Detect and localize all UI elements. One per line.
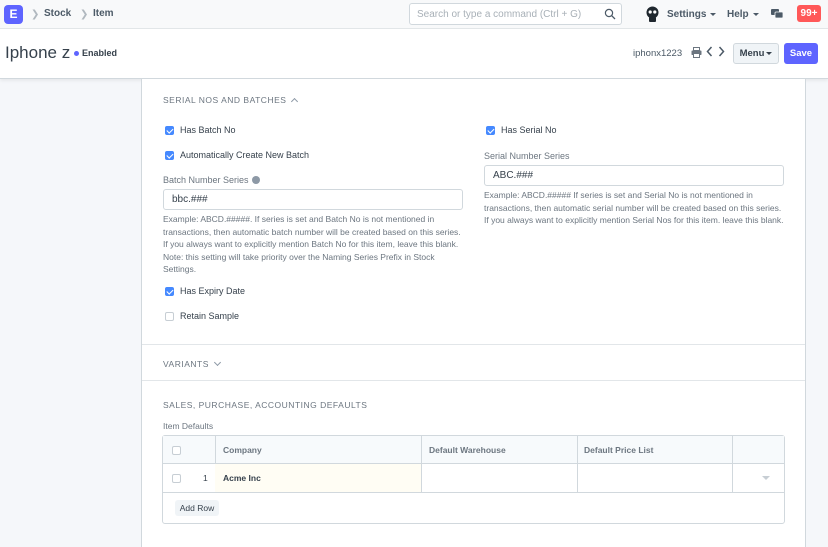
breadcrumb-separator-icon: ❯ (31, 9, 40, 20)
user-avatar-icon[interactable] (645, 6, 660, 22)
row-company-value: Acme Inc (223, 473, 261, 483)
row-company-cell[interactable]: Acme Inc (215, 464, 421, 492)
next-record-icon[interactable] (718, 46, 725, 57)
chevron-down-icon (766, 51, 773, 55)
row-checkbox[interactable] (172, 474, 181, 483)
chevron-down-icon (752, 12, 759, 16)
app-logo[interactable]: E (4, 5, 23, 24)
item-defaults-table: Company Default Warehouse Default Price … (162, 435, 785, 524)
settings-label: Settings (667, 9, 707, 20)
column-header-default-price-list: Default Price List (584, 445, 654, 455)
settings-menu[interactable]: Settings (667, 9, 717, 20)
document-id: iphonx1223 (633, 48, 683, 59)
batch-number-series-input[interactable]: bbc.### (163, 189, 463, 210)
has-serial-no-checkbox[interactable] (486, 126, 495, 135)
has-batch-no-label: Has Batch No (180, 125, 236, 135)
search-input[interactable]: Search or type a command (Ctrl + G) (409, 3, 622, 25)
menu-button[interactable]: Menu (733, 43, 779, 64)
column-separator (577, 436, 578, 492)
batch-number-series-label: Batch Number Series (163, 175, 260, 185)
globe-icon (251, 176, 260, 184)
serial-number-series-help: Example: ABCD.##### If series is set and… (484, 190, 784, 225)
batch-number-series-help: Example: ABCD.#####. If series is set an… (163, 214, 461, 274)
breadcrumb-separator-icon: ❯ (80, 9, 89, 20)
previous-record-icon[interactable] (706, 46, 713, 57)
help-label: Help (727, 9, 749, 20)
auto-create-batch-checkbox[interactable] (165, 151, 174, 160)
section-divider (142, 380, 805, 381)
select-all-checkbox[interactable] (172, 446, 181, 455)
breadcrumb-item[interactable]: Item (93, 8, 114, 19)
section-variants-title: VARIANTS (163, 359, 209, 369)
auto-create-batch-label: Automatically Create New Batch (180, 150, 310, 160)
help-menu[interactable]: Help (727, 9, 759, 20)
section-serial-batch-header[interactable]: SERIAL NOS AND BATCHES (163, 95, 299, 106)
serial-number-series-label: Serial Number Series (484, 151, 570, 161)
status-badge: Enabled (82, 48, 118, 58)
section-serial-batch-title: SERIAL NOS AND BATCHES (163, 95, 287, 105)
status-dot-icon (74, 51, 79, 56)
section-variants-header[interactable]: VARIANTS (163, 358, 221, 369)
column-separator (732, 436, 733, 492)
chevron-down-icon (710, 12, 717, 16)
item-defaults-label: Item Defaults (163, 421, 214, 431)
has-serial-no-label: Has Serial No (501, 125, 557, 135)
notification-badge[interactable]: 99+ (797, 5, 821, 22)
row-index: 1 (203, 473, 208, 483)
form-card: SERIAL NOS AND BATCHES Has Batch No Auto… (141, 79, 806, 547)
add-row-button[interactable]: Add Row (175, 500, 219, 516)
row-divider (163, 492, 784, 493)
row-expand-icon[interactable] (762, 476, 770, 480)
search-icon (604, 8, 616, 20)
chevron-down-icon (213, 358, 221, 367)
page-header: Iphone z Enabled iphonx1223 Menu Save (0, 29, 828, 79)
chat-icon[interactable] (771, 9, 783, 19)
table-header: Company Default Warehouse Default Price … (163, 436, 784, 464)
section-defaults-title: SALES, PURCHASE, ACCOUNTING DEFAULTS (163, 400, 368, 410)
section-divider (142, 344, 805, 345)
printer-icon[interactable] (691, 47, 702, 58)
has-expiry-date-label: Has Expiry Date (180, 286, 246, 296)
save-button[interactable]: Save (784, 43, 818, 64)
navbar: E ❯ Stock ❯ Item Search or type a comman… (0, 0, 828, 29)
column-separator (421, 436, 422, 492)
has-expiry-date-checkbox[interactable] (165, 287, 174, 296)
menu-label: Menu (739, 48, 765, 59)
batch-number-series-text: Batch Number Series (163, 175, 249, 185)
page-title: Iphone z (5, 43, 71, 62)
has-batch-no-checkbox[interactable] (165, 126, 174, 135)
retain-sample-checkbox[interactable] (165, 312, 174, 321)
serial-number-series-input[interactable]: ABC.### (484, 165, 784, 186)
column-header-company: Company (223, 445, 262, 455)
search-placeholder: Search or type a command (Ctrl + G) (417, 9, 582, 20)
chevron-up-icon (291, 97, 299, 106)
retain-sample-label: Retain Sample (180, 311, 240, 321)
column-header-default-warehouse: Default Warehouse (429, 445, 506, 455)
breadcrumb-stock[interactable]: Stock (44, 8, 71, 19)
